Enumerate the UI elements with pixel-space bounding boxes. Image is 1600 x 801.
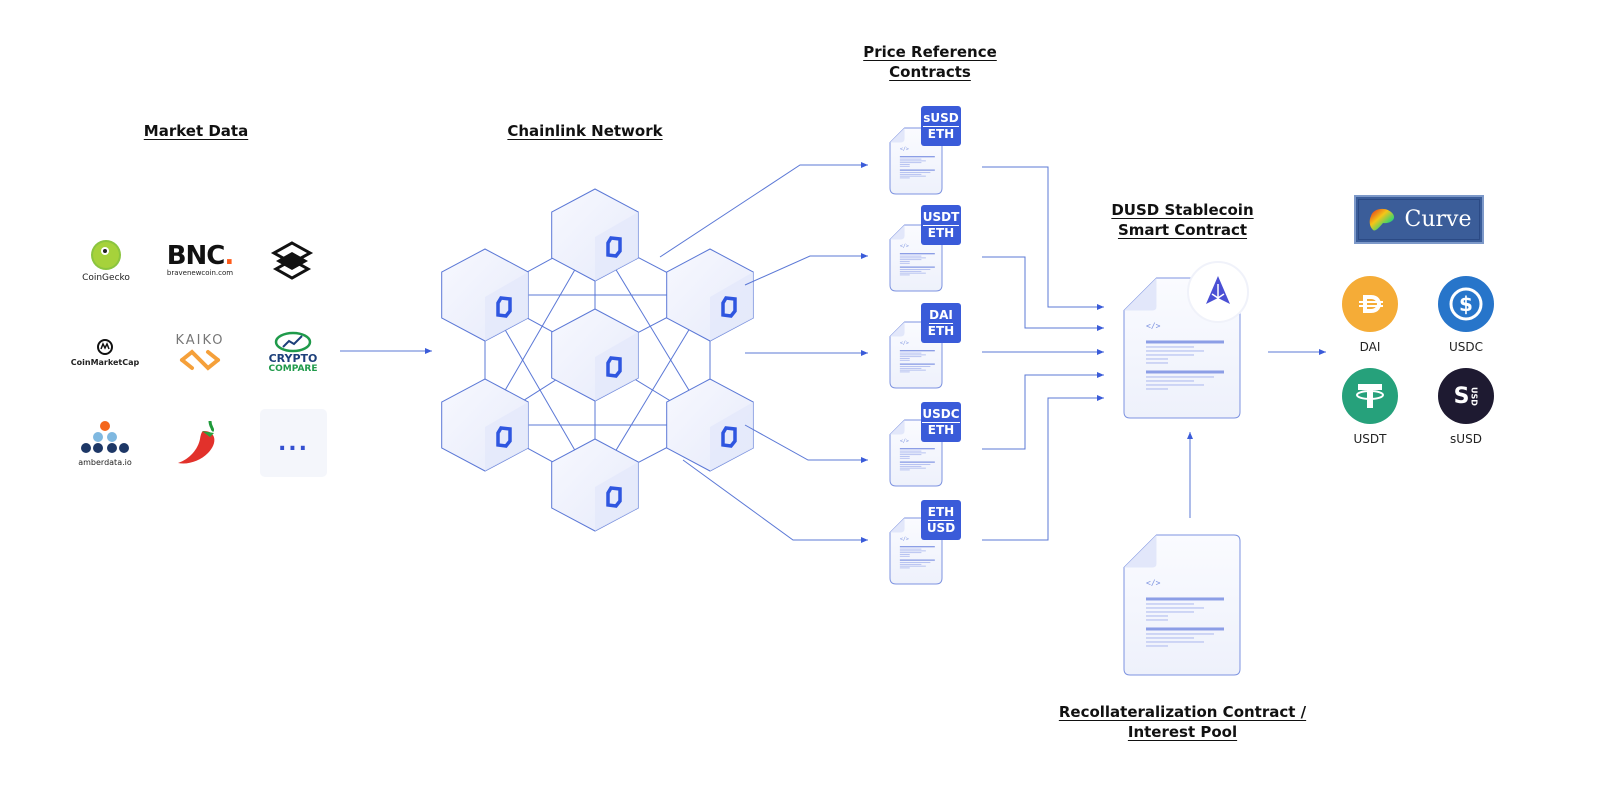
svg-text:</>: </> xyxy=(1146,578,1161,587)
price-pair-badge: USDT ETH xyxy=(921,205,961,245)
chainlink-node xyxy=(666,248,754,342)
dai-label: DAI xyxy=(1359,340,1381,354)
pair-quote: ETH xyxy=(927,324,955,338)
coingecko-icon xyxy=(91,240,121,270)
svg-text:</>: </> xyxy=(900,147,909,153)
kaiko-icon xyxy=(180,348,220,371)
coinmarketcap-icon xyxy=(97,338,113,355)
curve-logo: Curve xyxy=(1354,195,1484,244)
price-pair-badge: sUSD ETH xyxy=(921,106,961,146)
pair-quote: ETH xyxy=(927,226,955,240)
stablecoin-dai: DAI xyxy=(1335,276,1405,354)
bnc-text: BNC xyxy=(166,241,226,271)
pair-base: USDT xyxy=(922,210,960,226)
chainlink-node xyxy=(666,378,754,472)
coingecko-logo: CoinGecko xyxy=(74,236,138,286)
pair-quote: ETH xyxy=(927,127,955,141)
chili-logo xyxy=(172,416,224,470)
chainlink-node xyxy=(441,378,529,472)
curve-label: Curve xyxy=(1404,207,1472,232)
usdc-icon: $ xyxy=(1438,276,1494,332)
usdc-label: USDC xyxy=(1448,340,1484,354)
stablecoin-usdt: USDT xyxy=(1335,368,1405,446)
layers-logo xyxy=(266,238,318,284)
amberdata-logo: amberdata.io xyxy=(72,418,138,468)
amberdata-icon xyxy=(81,420,129,453)
pair-base: sUSD xyxy=(923,111,959,127)
pair-base: DAI xyxy=(929,308,953,324)
curve-icon xyxy=(1369,208,1394,231)
network-to-contracts-arrows xyxy=(659,162,868,543)
bravenewcoin-logo: BNC. bravenewcoin.com xyxy=(160,240,240,280)
chainlink-node xyxy=(551,188,639,282)
svg-text:</>: </> xyxy=(900,341,909,347)
kaiko-caption: KAIKO xyxy=(175,332,225,348)
svg-text:</>: </> xyxy=(900,439,909,445)
cryptocompare-logo: CRYPTO COMPARE xyxy=(262,326,324,378)
susd-label: sUSD xyxy=(1450,432,1482,446)
chili-pepper-icon xyxy=(178,420,215,464)
chainlink-node xyxy=(551,308,639,402)
pair-base: USDC xyxy=(922,407,960,423)
price-pair-badge: DAI ETH xyxy=(921,303,961,343)
svg-text:</>: </> xyxy=(900,244,909,250)
svg-text:</>: </> xyxy=(900,537,909,543)
coinmarketcap-caption: CoinMarketCap xyxy=(70,357,140,367)
bnc-wordmark: BNC. xyxy=(166,241,235,271)
price-pair-badge: ETH USD xyxy=(921,500,961,540)
amberdata-caption: amberdata.io xyxy=(78,457,132,467)
chainlink-node xyxy=(551,438,639,532)
coinmarketcap-logo: CoinMarketCap xyxy=(70,332,140,372)
usdt-icon xyxy=(1342,368,1398,424)
contracts-to-dusd-arrows xyxy=(982,166,1104,541)
stablecoin-susd: S USD sUSD xyxy=(1431,368,1501,446)
susd-icon: S USD xyxy=(1438,368,1494,424)
more-sources-button[interactable]: ... xyxy=(260,409,327,477)
bnc-dot: . xyxy=(224,241,234,271)
dai-icon xyxy=(1342,276,1398,332)
usdt-label: USDT xyxy=(1353,432,1387,446)
chainlink-node xyxy=(441,248,529,342)
price-pair-badge: USDC ETH xyxy=(921,402,961,442)
more-dots-icon: ... xyxy=(277,430,310,456)
svg-text:$: $ xyxy=(1459,292,1473,316)
pair-quote: USD xyxy=(926,521,956,535)
recollateralization-contract-doc: </> xyxy=(1123,534,1241,676)
stablecoin-usdc: $ USDC xyxy=(1431,276,1501,354)
pair-quote: ETH xyxy=(927,423,955,437)
layers-icon xyxy=(270,241,314,280)
cryptocompare-caption-1: CRYPTO xyxy=(268,351,318,365)
svg-text:</>: </> xyxy=(1146,321,1161,330)
coingecko-caption: CoinGecko xyxy=(82,273,130,283)
pair-base: ETH xyxy=(927,505,955,521)
cryptocompare-caption-2: COMPARE xyxy=(268,363,318,374)
cryptocompare-icon xyxy=(274,331,312,352)
bravenewcoin-caption: bravenewcoin.com xyxy=(166,269,234,277)
dusd-logo-icon xyxy=(1187,261,1249,323)
kaiko-logo: KAIKO xyxy=(170,328,230,376)
